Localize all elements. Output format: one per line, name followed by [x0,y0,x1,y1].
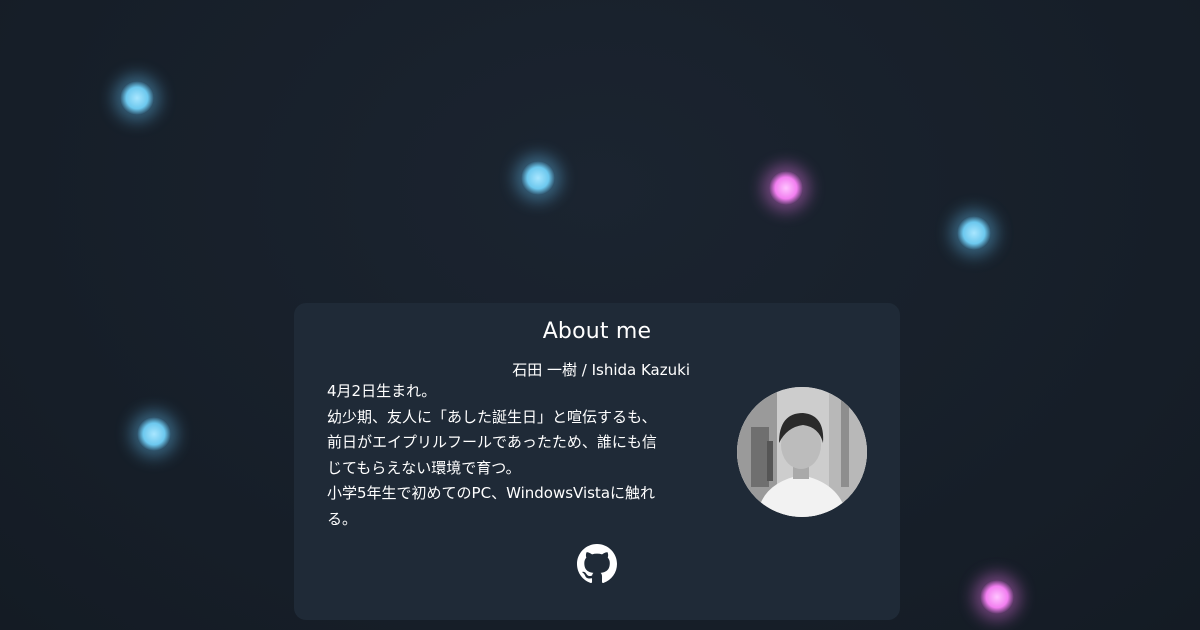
profile-name: 石田 一樹 / Ishida Kazuki [512,361,690,379]
bio-line: る。 [327,509,358,528]
glow-orb [957,216,991,250]
page-background: About me 石田 一樹 / Ishida Kazuki 4月2日生まれ。 … [0,0,1200,630]
bio-line: 前日がエイプリルフールであったため、誰にも信 [327,433,657,451]
bio-line: じてもらえない環境で育つ。 [327,458,521,477]
glow-orb [980,580,1014,614]
glow-orb [769,171,803,205]
about-title: About me [542,319,652,344]
bio-line: 幼少期、友人に「あした誕生日」と喧伝するも、 [327,407,657,426]
bio-text: 4月2日生まれ。 幼少期、友人に「あした誕生日」と喧伝するも、 前日がエイプリル… [327,379,699,532]
avatar [737,387,867,517]
glow-orb [521,161,555,195]
glow-orb [120,81,154,115]
bio-line: 小学5年生で初めてのPC、WindowsVistaに触れ [327,484,656,502]
bio-line: 4月2日生まれ。 [327,382,437,400]
glow-orb [137,417,171,451]
about-card: About me 石田 一樹 / Ishida Kazuki 4月2日生まれ。 … [294,303,900,620]
github-icon[interactable] [577,544,617,584]
avatar-photo [737,387,867,517]
